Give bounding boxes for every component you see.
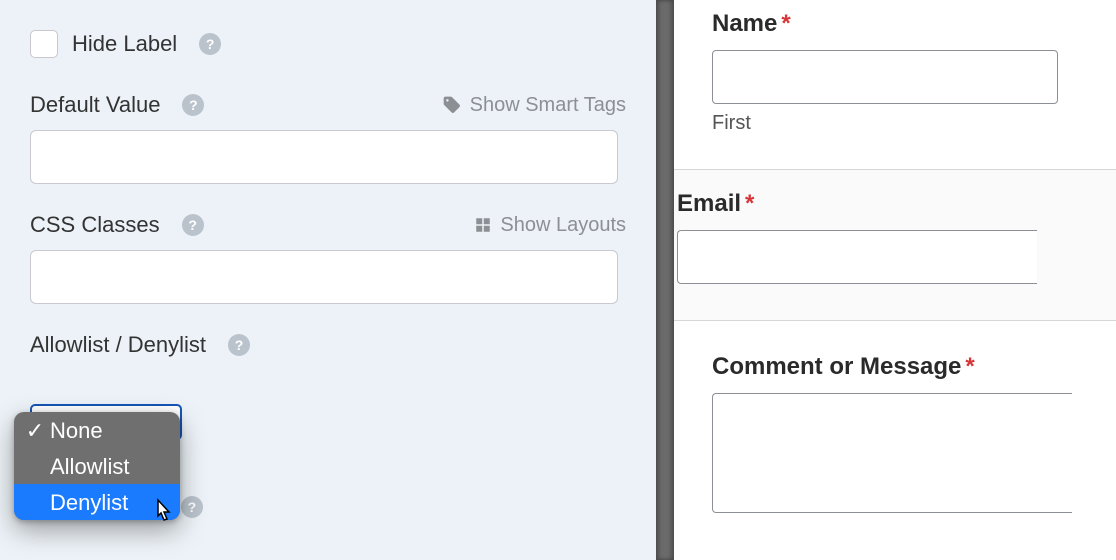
hide-label-row: Hide Label ?: [30, 30, 626, 58]
allow-deny-row: Allowlist / Denylist ?: [30, 332, 626, 358]
field-options-panel: Hide Label ? Default Value ? Show Smart …: [0, 0, 656, 560]
help-icon[interactable]: ?: [182, 94, 204, 116]
required-asterisk: *: [745, 190, 754, 217]
show-layouts-link[interactable]: Show Layouts: [474, 214, 626, 237]
css-classes-input[interactable]: [30, 250, 618, 304]
help-icon[interactable]: ?: [199, 33, 221, 55]
allow-deny-option-allowlist[interactable]: Allowlist: [14, 448, 180, 484]
comment-field: Comment or Message*: [656, 353, 1116, 513]
form-preview: Name* First Email* Comment or Message*: [656, 0, 1116, 560]
css-classes-row: CSS Classes ? Show Layouts: [30, 212, 626, 304]
email-field-selected[interactable]: Email*: [656, 169, 1116, 321]
default-value-input[interactable]: [30, 130, 618, 184]
default-value-row: Default Value ? Show Smart Tags: [30, 92, 626, 184]
grid-icon: [474, 216, 492, 234]
email-label: Email: [677, 190, 741, 217]
panel-divider[interactable]: [656, 0, 674, 560]
checkmark-icon: ✓: [28, 418, 42, 444]
hide-label-text: Hide Label: [72, 31, 177, 57]
comment-textarea[interactable]: [712, 393, 1072, 513]
help-icon[interactable]: ?: [228, 334, 250, 356]
tag-icon: [442, 95, 462, 115]
name-label: Name: [712, 10, 777, 37]
name-field: Name* First: [656, 10, 1116, 135]
required-asterisk: *: [781, 10, 790, 37]
help-icon[interactable]: ?: [181, 496, 203, 518]
comment-label: Comment or Message: [712, 353, 961, 380]
required-asterisk: *: [965, 353, 974, 380]
hide-label-checkbox[interactable]: [30, 30, 58, 58]
email-input[interactable]: [677, 230, 1037, 284]
allow-deny-option-none[interactable]: ✓ None: [14, 412, 180, 448]
name-first-sublabel: First: [712, 112, 1116, 135]
help-icon[interactable]: ?: [182, 214, 204, 236]
css-classes-label: CSS Classes: [30, 212, 160, 238]
show-smart-tags-link[interactable]: Show Smart Tags: [442, 94, 626, 117]
allow-deny-label: Allowlist / Denylist: [30, 332, 206, 358]
default-value-label: Default Value: [30, 92, 160, 118]
cursor-icon: [150, 498, 176, 528]
name-first-input[interactable]: [712, 50, 1058, 104]
